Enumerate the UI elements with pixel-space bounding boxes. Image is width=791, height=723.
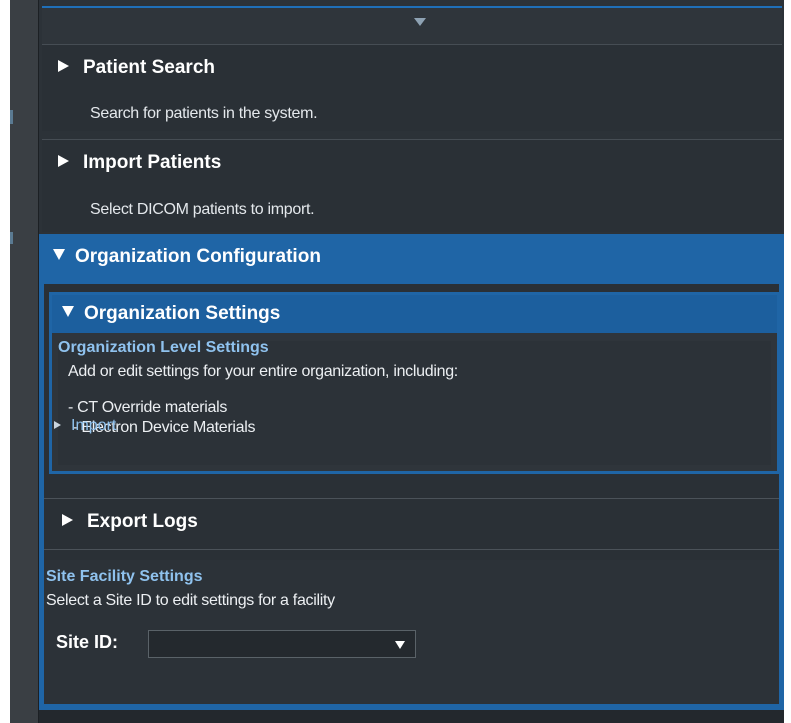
organization-level-settings-link[interactable]: Organization Level Settings — [58, 339, 269, 357]
site-id-label: Site ID: — [56, 632, 119, 652]
organization-configuration-body: Organization Settings Organization Level… — [44, 284, 780, 704]
nav-item-title-text: Patient Search — [83, 57, 215, 78]
organization-settings-body: Organization Level Settings Add or edit … — [58, 339, 771, 465]
expand-arrow-icon — [62, 514, 73, 526]
expand-arrow-icon — [58, 60, 69, 72]
export-logs-title: Export Logs — [62, 511, 198, 533]
expand-arrow-icon — [54, 421, 61, 429]
organization-settings-title: Organization Settings — [62, 303, 280, 325]
organization-configuration-section: Organization Configuration Organization … — [39, 234, 784, 710]
collapse-arrow-icon — [53, 249, 65, 260]
chevron-down-icon — [414, 18, 426, 26]
export-logs-label: Export Logs — [87, 511, 198, 532]
nav-item-import-patients[interactable]: Import Patients Select DICOM patients to… — [42, 139, 782, 232]
settings-bullet: - CT Override materials — [68, 399, 228, 416]
nav-item-patient-search[interactable]: Patient Search Search for patients in th… — [42, 44, 782, 131]
nav-item-export-logs[interactable]: Export Logs — [44, 498, 779, 550]
nav-item-description: Select DICOM patients to import. — [90, 201, 315, 218]
window-edge-right — [784, 0, 791, 723]
gutter-marker — [10, 232, 13, 244]
nav-item-title[interactable]: Import Patients — [58, 152, 221, 174]
gutter-marker — [10, 110, 13, 124]
panel-collapse-bar[interactable] — [42, 6, 782, 44]
site-id-select[interactable] — [148, 630, 416, 658]
expand-arrow-icon — [58, 155, 69, 167]
import-link-label: Import — [71, 417, 117, 434]
dropdown-caret-icon — [395, 641, 405, 649]
collapse-arrow-icon — [62, 306, 74, 317]
left-gutter — [10, 0, 38, 723]
organization-settings-title-text: Organization Settings — [84, 303, 281, 324]
settings-description: Add or edit settings for your entire org… — [68, 363, 458, 380]
nav-item-title-text: Import Patients — [83, 152, 222, 173]
section-header-organization-configuration[interactable]: Organization Configuration — [53, 246, 321, 268]
site-facility-description: Select a Site ID to edit settings for a … — [46, 592, 335, 609]
nav-item-description: Search for patients in the system. — [90, 105, 318, 122]
import-link[interactable]: Import — [54, 417, 116, 435]
site-facility-heading: Site Facility Settings — [46, 568, 203, 585]
nav-item-title[interactable]: Patient Search — [58, 57, 215, 79]
section-title: Organization Configuration — [75, 246, 321, 267]
organization-settings-header[interactable]: Organization Settings — [52, 295, 777, 333]
window-edge-left — [0, 0, 10, 723]
organization-settings-panel: Organization Settings Organization Level… — [49, 292, 780, 474]
panel-footer — [39, 710, 784, 723]
site-facility-settings: Site Facility Settings Select a Site ID … — [44, 560, 779, 704]
